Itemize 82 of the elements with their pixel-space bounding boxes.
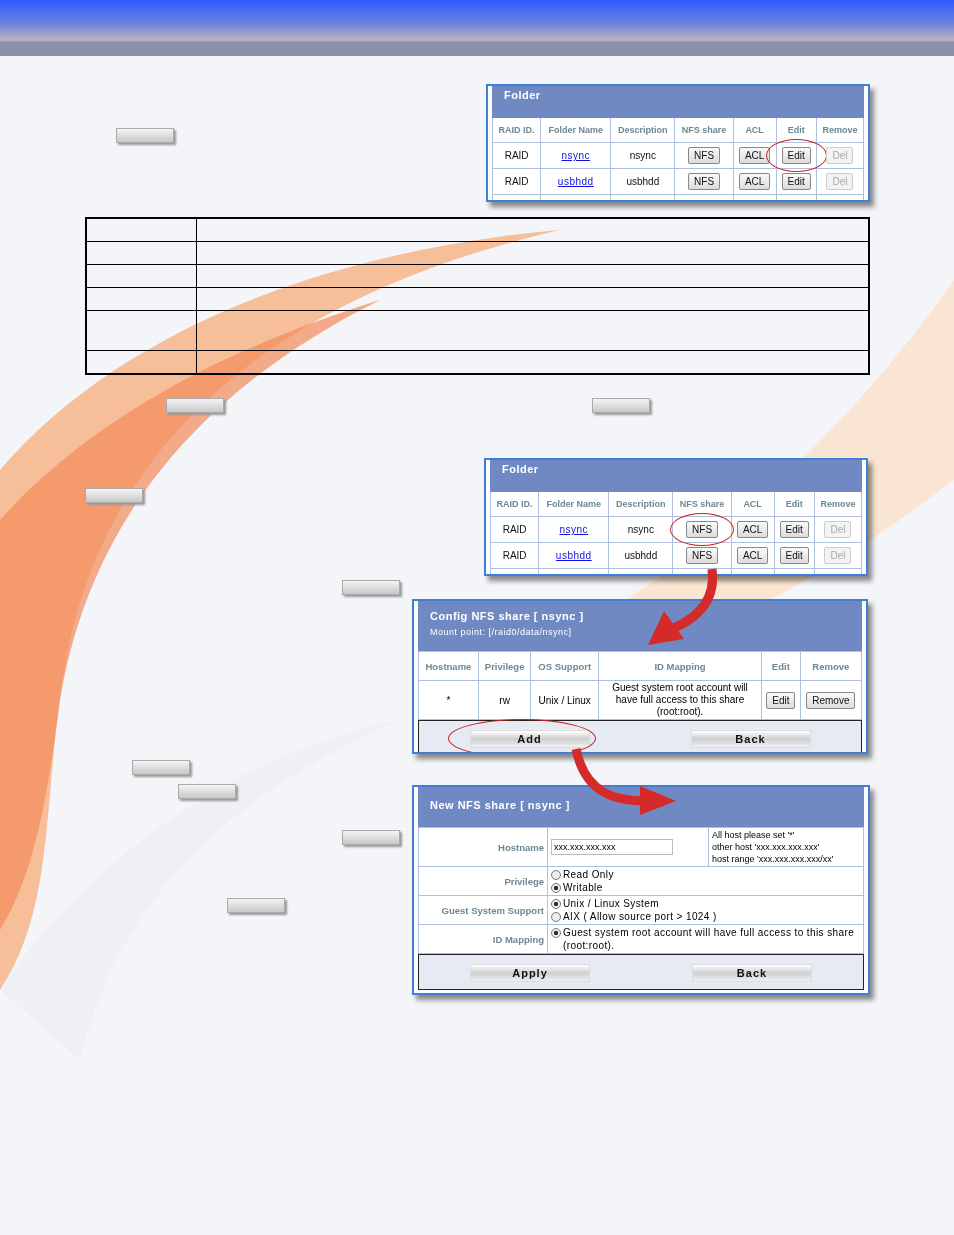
table-cell: nsync xyxy=(610,142,675,169)
table-button[interactable]: ACL xyxy=(736,547,769,564)
column-header: Folder Name xyxy=(538,492,609,517)
column-header: Folder Name xyxy=(540,118,611,143)
panel-title: Config NFS share [ nsync ] xyxy=(430,610,585,622)
hint-text: host range 'xxx.xxx.xxx.xxx/xx' xyxy=(712,853,835,865)
table-cell: usbhdd xyxy=(610,168,675,195)
column-header: Edit xyxy=(774,492,815,517)
field-label: Guest System Support xyxy=(418,895,548,925)
blank-button[interactable] xyxy=(116,128,174,143)
radio-button[interactable] xyxy=(551,912,561,922)
footer-button[interactable]: Back xyxy=(690,729,811,748)
blank-button[interactable] xyxy=(342,830,400,845)
hint-text: All host please set '*' xyxy=(712,829,796,841)
table-button[interactable]: Edit xyxy=(781,147,811,164)
panel-title: Folder xyxy=(492,86,864,118)
column-header: Remove xyxy=(816,118,864,143)
hostname-field[interactable]: xxx.xxx.xxx.xxx xyxy=(551,839,673,855)
table-button[interactable]: NFS xyxy=(686,547,719,564)
column-header: ACL xyxy=(733,118,777,143)
table-cell: RAID xyxy=(492,168,541,195)
column-header: Hostname xyxy=(418,651,479,681)
option-label: Read Only xyxy=(563,868,614,881)
table-cell: Guest system root account will have full access to this share (root:root). xyxy=(598,680,762,720)
table-cell: * xyxy=(418,680,479,720)
field-label: ID Mapping xyxy=(418,924,548,954)
folder-link[interactable]: nsync xyxy=(561,150,591,161)
field-label: Privilege xyxy=(418,866,548,896)
column-header: Description xyxy=(608,492,673,517)
folder-link[interactable]: nsync xyxy=(559,524,589,535)
table-button[interactable]: Edit xyxy=(781,173,811,190)
table-cell: RAID xyxy=(490,542,539,569)
column-header: Privilege xyxy=(478,651,531,681)
radio-button[interactable] xyxy=(551,928,561,938)
blank-button[interactable] xyxy=(227,898,285,913)
option-label: AIX ( Allow source port > 1024 ) xyxy=(563,910,717,923)
table-cell: rw xyxy=(478,680,531,720)
table-cell: RAID xyxy=(490,516,539,543)
column-header: NFS share xyxy=(672,492,732,517)
column-header: ID Mapping xyxy=(598,651,762,681)
table-button[interactable]: NFS xyxy=(688,147,721,164)
table-cell: RAID xyxy=(492,142,541,169)
radio-button[interactable] xyxy=(551,870,561,880)
hint-text: other host 'xxx.xxx.xxx.xxx' xyxy=(712,841,821,853)
radio-button[interactable] xyxy=(551,899,561,909)
option-label: Unix / Linux System xyxy=(563,897,659,910)
footer-button[interactable]: Add xyxy=(469,729,590,748)
footer-button[interactable]: Back xyxy=(692,963,812,982)
blank-button[interactable] xyxy=(342,580,400,595)
table-button[interactable]: ACL xyxy=(738,147,771,164)
panel-title: New NFS share [ nsync ] xyxy=(418,787,864,827)
column-header: Description xyxy=(610,118,675,143)
column-header: ACL xyxy=(731,492,775,517)
blank-button[interactable] xyxy=(178,784,236,799)
table-button[interactable]: Remove xyxy=(806,691,856,709)
column-header: NFS share xyxy=(674,118,734,143)
blank-button[interactable] xyxy=(166,398,224,413)
panel-title: Folder xyxy=(490,460,862,492)
table-button[interactable]: NFS xyxy=(688,173,721,190)
footer-button[interactable]: Apply xyxy=(470,963,590,982)
column-header: Edit xyxy=(761,651,801,681)
table-button[interactable]: Edit xyxy=(779,521,809,538)
radio-button[interactable] xyxy=(551,883,561,893)
table-cell: nsync xyxy=(608,516,673,543)
blank-button[interactable] xyxy=(132,760,190,775)
column-header: RAID ID. xyxy=(490,492,539,517)
option-label: Guest system root account will have full access to this share (root:root). xyxy=(563,926,856,952)
table-button[interactable]: Edit xyxy=(779,547,809,564)
table-button[interactable]: NFS xyxy=(686,521,719,538)
option-label: Writable xyxy=(563,881,603,894)
table-button[interactable]: ACL xyxy=(738,173,771,190)
blank-button[interactable] xyxy=(85,488,143,503)
column-header: Remove xyxy=(800,651,862,681)
field-label: Hostname xyxy=(418,827,548,867)
mount-point: Mount point: [/raid0/data/nsync] xyxy=(430,627,573,637)
table-button[interactable]: Edit xyxy=(766,691,796,709)
table-button[interactable]: ACL xyxy=(736,521,769,538)
table-cell: usbhdd xyxy=(608,542,673,569)
column-header: RAID ID. xyxy=(492,118,541,143)
column-header: OS Support xyxy=(530,651,599,681)
column-header: Remove xyxy=(814,492,862,517)
blank-button[interactable] xyxy=(592,398,650,413)
